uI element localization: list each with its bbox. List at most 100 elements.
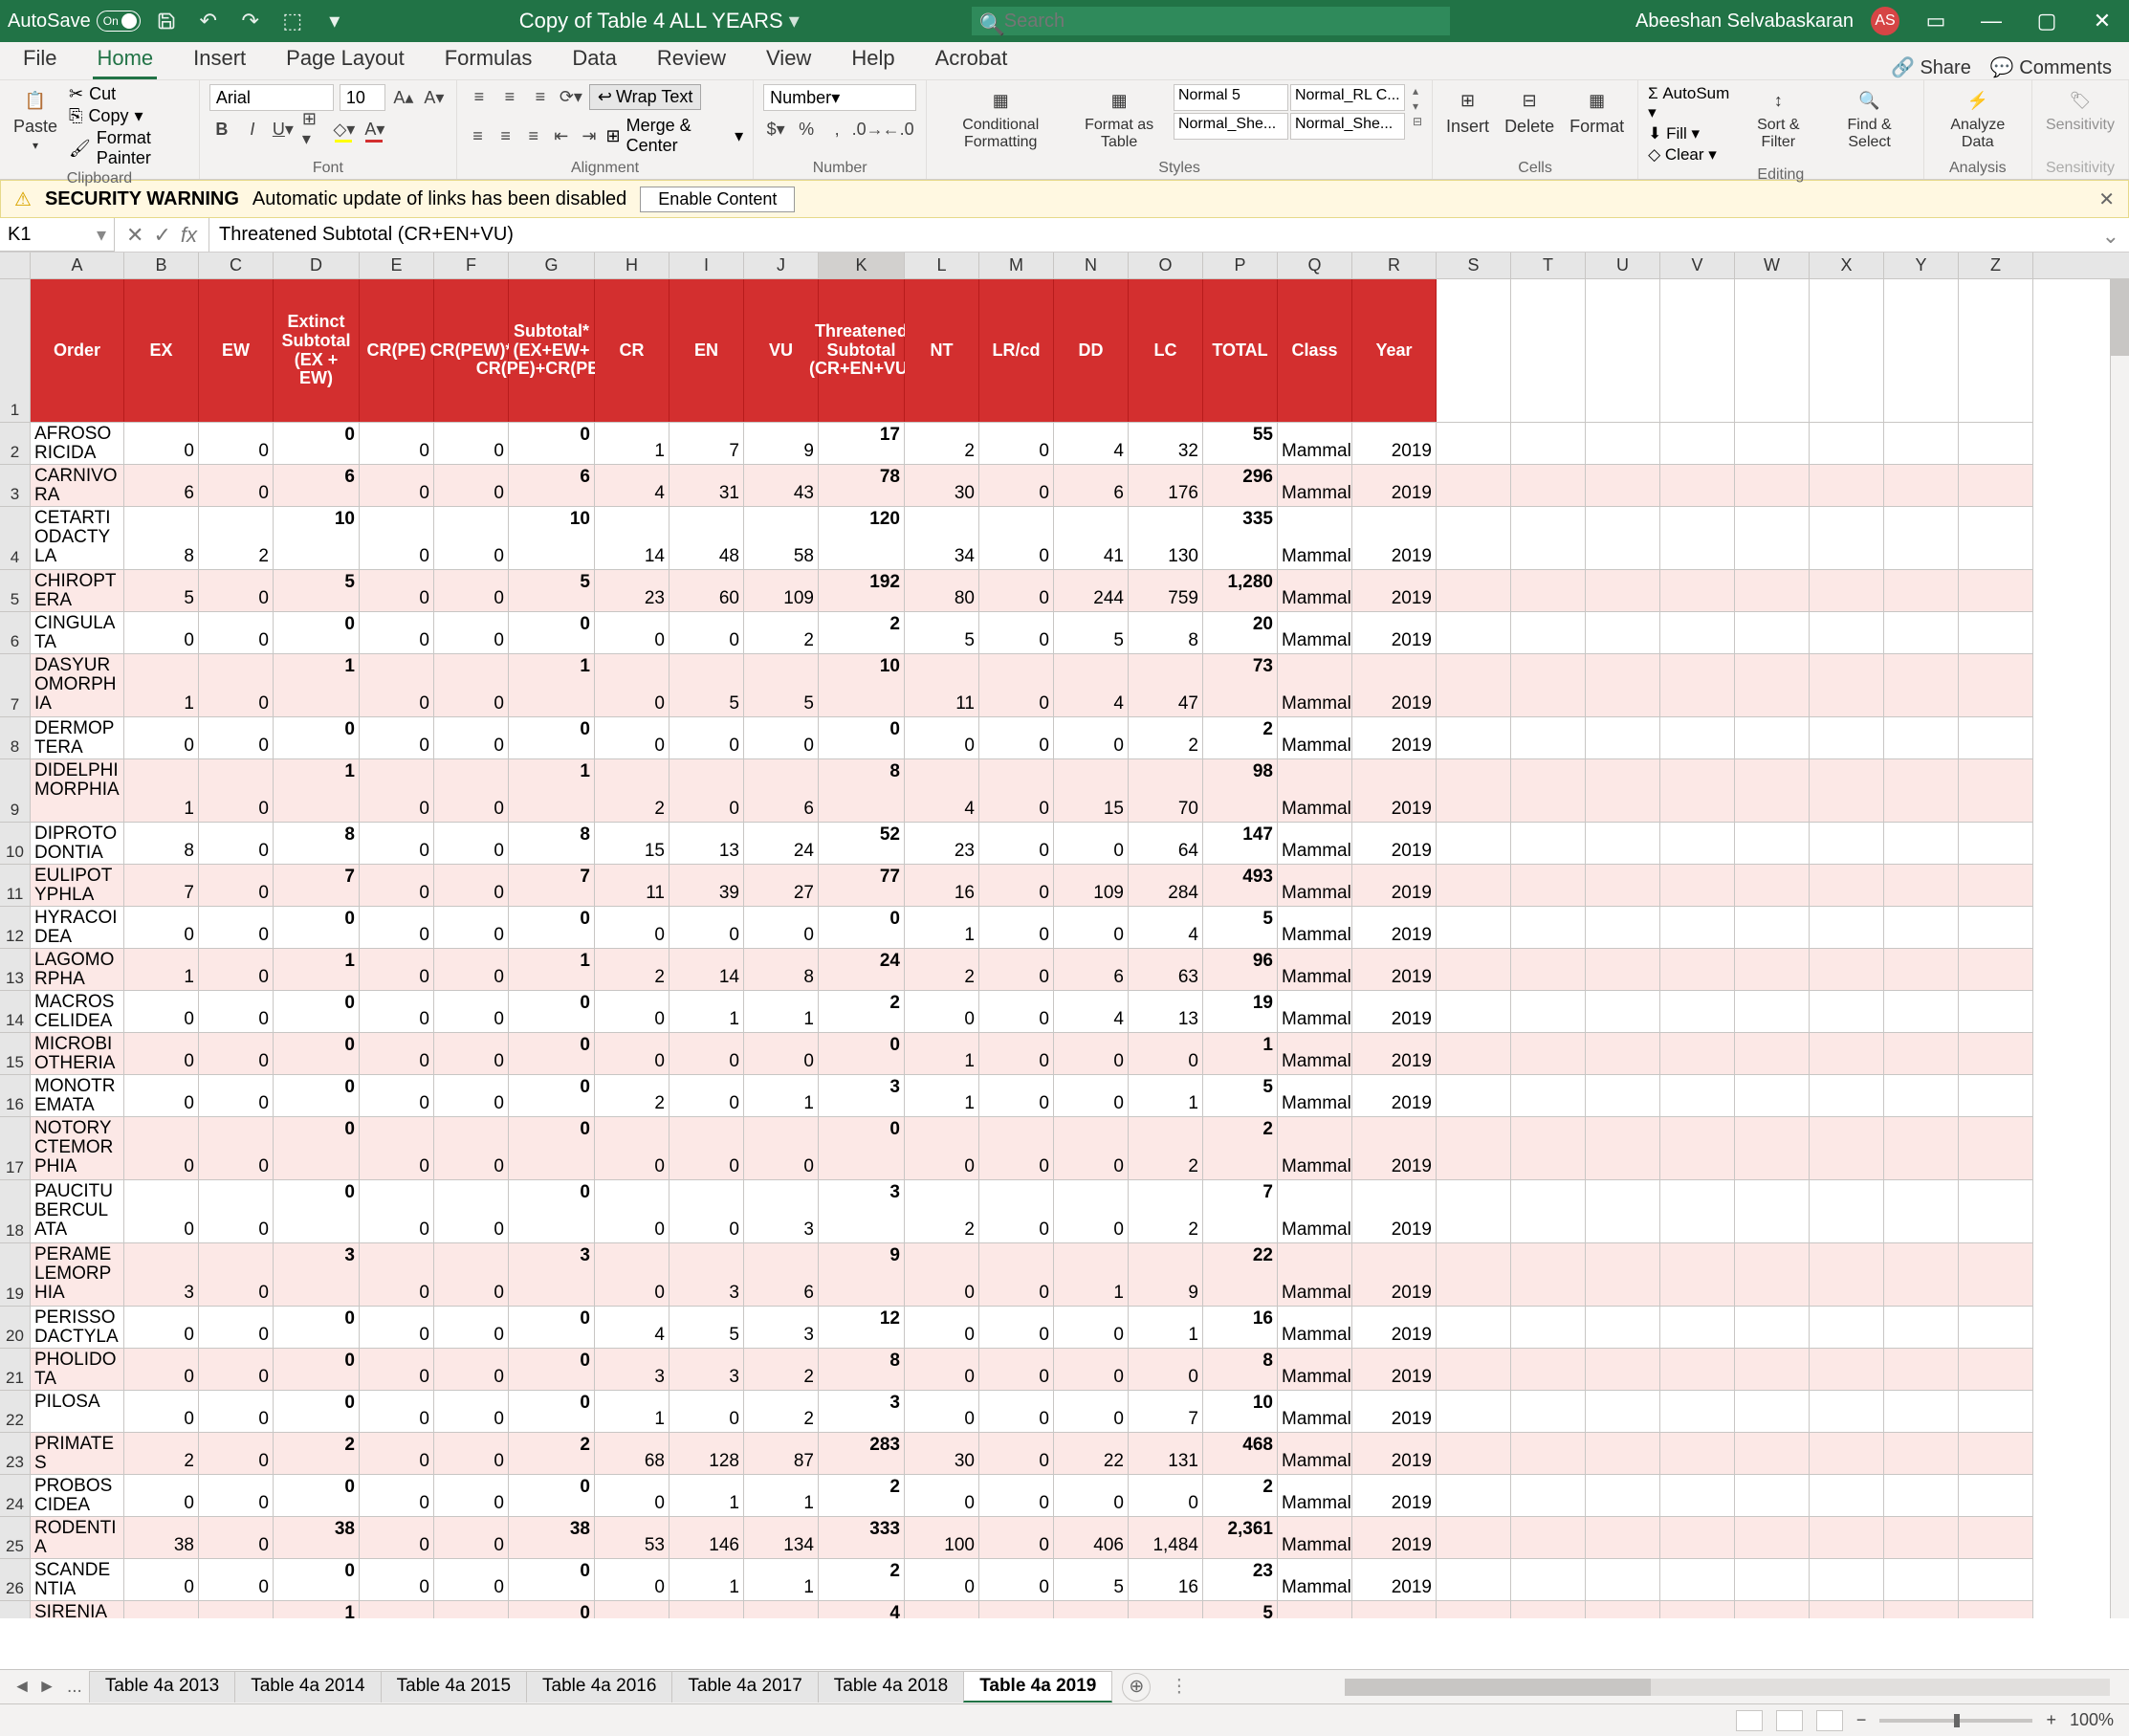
cell-value[interactable]: 0 bbox=[199, 612, 274, 653]
cell-value[interactable]: 5 bbox=[1203, 907, 1278, 948]
row-header-18[interactable]: 18 bbox=[0, 1180, 30, 1243]
cell-value[interactable]: 0 bbox=[509, 717, 595, 758]
cell-class[interactable]: Mammalia bbox=[1278, 717, 1352, 758]
cell-value[interactable]: 0 bbox=[905, 991, 979, 1032]
empty-cell[interactable] bbox=[1810, 507, 1884, 569]
sheet-tab[interactable]: Table 4a 2013 bbox=[89, 1671, 235, 1703]
indent-dec-icon[interactable]: ⇤ bbox=[550, 123, 572, 148]
empty-cell[interactable] bbox=[1735, 1475, 1810, 1516]
col-header-J[interactable]: J bbox=[744, 253, 819, 278]
cell-value[interactable]: 0 bbox=[360, 759, 434, 822]
currency-icon[interactable]: $▾ bbox=[763, 117, 788, 142]
cell-value[interactable]: 0 bbox=[274, 423, 360, 464]
fill-button[interactable]: ⬇ Fill ▾ bbox=[1648, 124, 1731, 143]
cell-value[interactable]: 10 bbox=[274, 507, 360, 569]
menu-tab-home[interactable]: Home bbox=[93, 40, 157, 79]
empty-cell[interactable] bbox=[1810, 949, 1884, 990]
cell-value[interactable]: 0 bbox=[509, 1307, 595, 1348]
empty-cell[interactable] bbox=[1511, 1349, 1586, 1390]
cell-value[interactable]: 146 bbox=[669, 1517, 744, 1558]
empty-cell[interactable] bbox=[1586, 1517, 1660, 1558]
cell-value[interactable]: 0 bbox=[1129, 1349, 1203, 1390]
cell-value[interactable]: 5 bbox=[905, 612, 979, 653]
empty-cell[interactable] bbox=[1437, 279, 1511, 423]
cell-value[interactable]: 0 bbox=[360, 1307, 434, 1348]
cell-value[interactable]: 176 bbox=[1129, 465, 1203, 506]
cell-value[interactable]: 2 bbox=[905, 949, 979, 990]
empty-cell[interactable] bbox=[1959, 865, 2033, 906]
empty-cell[interactable] bbox=[1810, 1307, 1884, 1348]
cell-value[interactable]: 134 bbox=[744, 1517, 819, 1558]
empty-cell[interactable] bbox=[1959, 991, 2033, 1032]
cell-value[interactable]: 0 bbox=[979, 823, 1054, 864]
row-header-14[interactable]: 14 bbox=[0, 991, 30, 1033]
cell-value[interactable]: 8 bbox=[819, 759, 905, 822]
cell-value[interactable]: 2 bbox=[595, 759, 669, 822]
cell-value[interactable]: 0 bbox=[199, 465, 274, 506]
cell-value[interactable]: 22 bbox=[1203, 1243, 1278, 1306]
col-header-T[interactable]: T bbox=[1511, 253, 1586, 278]
formula-input[interactable] bbox=[209, 218, 2093, 252]
empty-cell[interactable] bbox=[1735, 759, 1810, 822]
row-header-7[interactable]: 7 bbox=[0, 654, 30, 717]
comma-icon[interactable]: , bbox=[824, 117, 849, 142]
empty-cell[interactable] bbox=[1437, 1033, 1511, 1074]
cell-value[interactable]: 11 bbox=[905, 654, 979, 716]
delete-cells-button[interactable]: ⊟Delete bbox=[1501, 84, 1558, 139]
cell-value[interactable]: 0 bbox=[434, 1433, 509, 1474]
align-center-icon[interactable]: ≡ bbox=[494, 123, 516, 148]
empty-cell[interactable] bbox=[1884, 1307, 1959, 1348]
empty-cell[interactable] bbox=[1586, 1349, 1660, 1390]
cell-year[interactable]: 2019 bbox=[1352, 991, 1437, 1032]
empty-cell[interactable] bbox=[1810, 465, 1884, 506]
cell-value[interactable]: 1 bbox=[1054, 1243, 1129, 1306]
empty-cell[interactable] bbox=[1959, 1117, 2033, 1179]
cell-value[interactable]: 24 bbox=[819, 949, 905, 990]
col-header-H[interactable]: H bbox=[595, 253, 669, 278]
paste-button[interactable]: 📋Paste▾ bbox=[10, 84, 61, 154]
cell-class[interactable]: Mammalia bbox=[1278, 949, 1352, 990]
empty-cell[interactable] bbox=[1586, 1243, 1660, 1306]
menu-tab-review[interactable]: Review bbox=[653, 40, 730, 79]
cell-value[interactable]: 80 bbox=[905, 570, 979, 611]
menu-tab-help[interactable]: Help bbox=[847, 40, 898, 79]
empty-cell[interactable] bbox=[1437, 1307, 1511, 1348]
empty-cell[interactable] bbox=[1884, 949, 1959, 990]
col-header-S[interactable]: S bbox=[1437, 253, 1511, 278]
cell-order[interactable]: EULIPOTYPHLA bbox=[31, 865, 124, 906]
cell-value[interactable]: 0 bbox=[1054, 717, 1129, 758]
document-title[interactable]: Copy of Table 4 ALL YEARS▾ bbox=[519, 9, 800, 33]
add-sheet-button[interactable]: ⊕ bbox=[1122, 1673, 1151, 1702]
cell-value[interactable]: 0 bbox=[199, 570, 274, 611]
cell-value[interactable]: 38 bbox=[274, 1517, 360, 1558]
cell-value[interactable]: 2 bbox=[1129, 1180, 1203, 1242]
empty-cell[interactable] bbox=[1884, 612, 1959, 653]
empty-cell[interactable] bbox=[1959, 1601, 2033, 1618]
cell-value[interactable]: 0 bbox=[274, 991, 360, 1032]
empty-cell[interactable] bbox=[1437, 949, 1511, 990]
cell-value[interactable]: 5 bbox=[744, 654, 819, 716]
cell-value[interactable]: 0 bbox=[1054, 1307, 1129, 1348]
cell-value[interactable]: 0 bbox=[124, 1391, 199, 1432]
empty-cell[interactable] bbox=[1810, 1475, 1884, 1516]
cell-value[interactable]: 3 bbox=[744, 1307, 819, 1348]
cell-value[interactable]: 0 bbox=[274, 1117, 360, 1179]
cell-value[interactable]: 0 bbox=[124, 907, 199, 948]
cell-order[interactable]: DASYUROMORPHIA bbox=[31, 654, 124, 716]
cell-value[interactable]: 0 bbox=[274, 907, 360, 948]
decrease-font-icon[interactable]: A▾ bbox=[422, 85, 447, 110]
cut-button[interactable]: ✂ Cut bbox=[69, 84, 189, 104]
cell-value[interactable]: 0 bbox=[434, 423, 509, 464]
cell-value[interactable]: 8 bbox=[744, 949, 819, 990]
col-header-C[interactable]: C bbox=[199, 253, 274, 278]
row-header-23[interactable]: 23 bbox=[0, 1433, 30, 1475]
cell-value[interactable]: 0 bbox=[360, 465, 434, 506]
bold-button[interactable]: B bbox=[209, 117, 234, 142]
empty-cell[interactable] bbox=[1660, 1391, 1735, 1432]
empty-cell[interactable] bbox=[1959, 949, 2033, 990]
cell-value[interactable]: 0 bbox=[595, 1180, 669, 1242]
cell-value[interactable]: 0 bbox=[669, 1033, 744, 1074]
empty-cell[interactable] bbox=[1437, 612, 1511, 653]
empty-cell[interactable] bbox=[1511, 1180, 1586, 1242]
cell-value[interactable]: 0 bbox=[509, 1075, 595, 1116]
